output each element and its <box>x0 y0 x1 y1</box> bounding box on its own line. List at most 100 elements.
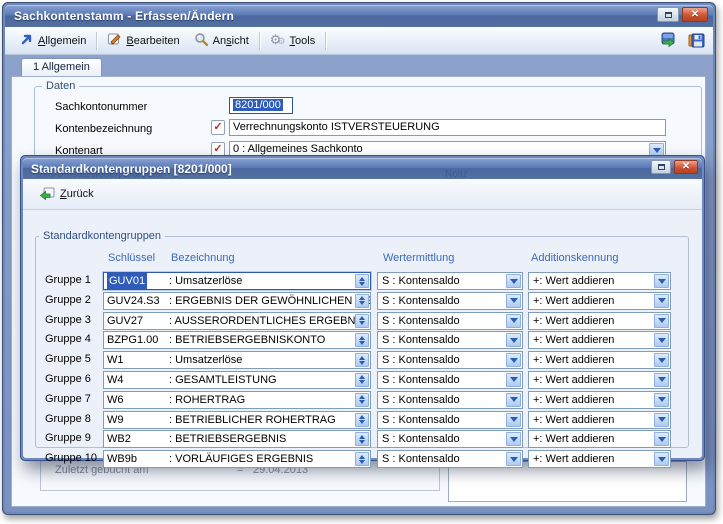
additionskennung-select[interactable]: +: Wert addieren <box>528 292 671 310</box>
spinner-control[interactable] <box>355 353 369 367</box>
schluessel-input[interactable]: W4 : GESAMTLEISTUNG <box>103 371 371 389</box>
wertermittlung-select[interactable]: S : Kontensaldo <box>377 411 523 429</box>
schluessel-value: GUV01 <box>107 273 147 289</box>
check-icon[interactable] <box>211 120 225 135</box>
chevron-down-icon[interactable] <box>654 333 669 347</box>
wertermittlung-select[interactable]: S : Kontensaldo <box>377 331 523 349</box>
window-title: Sachkontenstamm - Erfassen/Ändern <box>5 9 234 23</box>
chevron-down-icon[interactable] <box>506 294 521 308</box>
additionskennung-select[interactable]: +: Wert addieren <box>528 371 671 389</box>
additionskennung-select[interactable]: +: Wert addieren <box>528 272 671 290</box>
additionskennung-value: +: Wert addieren <box>529 354 614 366</box>
restore-icon <box>665 12 672 18</box>
table-row: Gruppe 8 W9 : BETRIEBLICHER ROHERTRAG S … <box>23 411 702 429</box>
table-row: Gruppe 5 W1 : Umsatzerlöse S : Kontensal… <box>23 351 702 369</box>
spinner-control[interactable] <box>355 294 369 308</box>
chevron-down-icon[interactable] <box>654 413 669 427</box>
wertermittlung-select[interactable]: S : Kontensaldo <box>377 391 523 409</box>
back-button[interactable]: Zurück <box>33 184 100 205</box>
chevron-down-icon[interactable] <box>506 274 521 288</box>
gruppe-label: Gruppe 2 <box>45 294 91 306</box>
dialog-restore-button[interactable] <box>651 160 671 174</box>
chevron-down-icon[interactable] <box>506 432 521 446</box>
chevron-down-icon[interactable] <box>506 353 521 367</box>
menu-item-ansicht[interactable]: Ansicht <box>187 29 256 52</box>
menu-item-allgemein[interactable]: Allgemein <box>13 30 93 52</box>
bezeichnung-value: : Umsatzerlöse <box>169 352 242 368</box>
standardkontengruppen-group-label: Standardkontengruppen <box>39 230 165 242</box>
additionskennung-select[interactable]: +: Wert addieren <box>528 391 671 409</box>
chevron-down-icon[interactable] <box>654 393 669 407</box>
chevron-down-icon[interactable] <box>506 333 521 347</box>
chevron-down-icon[interactable] <box>654 294 669 308</box>
menu-item-tools[interactable]: ⚙⚙ Tools <box>263 30 322 51</box>
schluessel-input[interactable]: W1 : Umsatzerlöse <box>103 351 371 369</box>
wertermittlung-select[interactable]: S : Kontensaldo <box>377 312 523 330</box>
restore-button[interactable] <box>657 7 679 22</box>
chevron-down-icon[interactable] <box>506 452 521 466</box>
kontenbezeichnung-label: Kontenbezeichnung <box>55 123 152 135</box>
schluessel-input[interactable]: GUV27 : AUSSERORDENTLICHES ERGEBNIS <box>103 312 371 330</box>
schluessel-input[interactable]: W9 : BETRIEBLICHER ROHERTRAG <box>103 411 371 429</box>
spinner-control[interactable] <box>355 452 369 466</box>
additionskennung-select[interactable]: +: Wert addieren <box>528 411 671 429</box>
wertermittlung-select[interactable]: S : Kontensaldo <box>377 450 523 468</box>
additionskennung-select[interactable]: +: Wert addieren <box>528 331 671 349</box>
gruppe-label: Gruppe 6 <box>45 373 91 385</box>
spinner-control[interactable] <box>355 333 369 347</box>
dialog-body: Zurück Standardkontengruppen Schlüssel B… <box>23 179 702 458</box>
additionskennung-select[interactable]: +: Wert addieren <box>528 450 671 468</box>
wertermittlung-value: S : Kontensaldo <box>378 315 460 327</box>
wertermittlung-select[interactable]: S : Kontensaldo <box>377 292 523 310</box>
schluessel-input[interactable]: GUV01 : Umsatzerlöse <box>103 272 371 290</box>
spinner-control[interactable] <box>355 393 369 407</box>
magnifier-icon <box>194 32 209 49</box>
chevron-down-icon[interactable] <box>654 314 669 328</box>
bezeichnung-value: : BETRIEBSERGEBNIS <box>169 431 286 447</box>
bezeichnung-value: : ROHERTRAG <box>169 392 245 408</box>
menu-item-bearbeiten[interactable]: Bearbeiten <box>100 29 186 52</box>
spinner-control[interactable] <box>355 432 369 446</box>
schluessel-input[interactable]: W6 : ROHERTRAG <box>103 391 371 409</box>
spinner-control[interactable] <box>355 373 369 387</box>
column-header-schluessel: Schlüssel <box>108 252 155 264</box>
chevron-down-icon[interactable] <box>654 452 669 466</box>
schluessel-input[interactable]: WB9b : VORLÄUFIGES ERGEBNIS <box>103 450 371 468</box>
wertermittlung-select[interactable]: S : Kontensaldo <box>377 351 523 369</box>
chevron-down-icon[interactable] <box>654 373 669 387</box>
schluessel-value: W4 <box>107 372 124 388</box>
main-titlebar: Sachkontenstamm - Erfassen/Ändern <box>5 5 713 27</box>
chevron-down-icon[interactable] <box>654 353 669 367</box>
schluessel-input[interactable]: BZPG1.00 : BETRIEBSERGEBNISKONTO <box>103 331 371 349</box>
wertermittlung-select[interactable]: S : Kontensaldo <box>377 272 523 290</box>
apply-button[interactable] <box>659 31 677 49</box>
tab-allgemein[interactable]: 1 Allgemein <box>21 58 102 77</box>
spinner-control[interactable] <box>355 314 369 328</box>
sachkontonummer-input[interactable]: 8201/000 <box>229 97 293 114</box>
chevron-down-icon[interactable] <box>506 314 521 328</box>
wertermittlung-select[interactable]: S : Kontensaldo <box>377 430 523 448</box>
schluessel-input[interactable]: GUV24.S3 : ERGEBNIS DER GEWÖHNLICHEN GES <box>103 292 371 310</box>
close-button[interactable] <box>682 7 708 22</box>
chevron-down-icon[interactable] <box>654 432 669 446</box>
spinner-control[interactable] <box>355 274 369 288</box>
gruppe-label: Gruppe 5 <box>45 353 91 365</box>
save-button[interactable] <box>687 31 705 49</box>
schluessel-input[interactable]: WB2 : BETRIEBSERGEBNIS <box>103 430 371 448</box>
chevron-down-icon[interactable] <box>506 373 521 387</box>
additionskennung-select[interactable]: +: Wert addieren <box>528 430 671 448</box>
apply-icon <box>660 32 677 49</box>
wertermittlung-select[interactable]: S : Kontensaldo <box>377 371 523 389</box>
gruppe-label: Gruppe 8 <box>45 413 91 425</box>
chevron-down-icon[interactable] <box>506 413 521 427</box>
additionskennung-select[interactable]: +: Wert addieren <box>528 312 671 330</box>
chevron-down-icon[interactable] <box>654 274 669 288</box>
dialog-close-button[interactable] <box>674 160 698 174</box>
additionskennung-select[interactable]: +: Wert addieren <box>528 351 671 369</box>
bezeichnung-value: : ERGEBNIS DER GEWÖHNLICHEN GES <box>169 293 371 309</box>
kontenbezeichnung-input[interactable]: Verrechnungskonto ISTVERSTEUERUNG <box>229 119 666 136</box>
chevron-down-icon[interactable] <box>506 393 521 407</box>
gruppe-label: Gruppe 9 <box>45 432 91 444</box>
spinner-control[interactable] <box>355 413 369 427</box>
gruppe-label: Gruppe 4 <box>45 333 91 345</box>
